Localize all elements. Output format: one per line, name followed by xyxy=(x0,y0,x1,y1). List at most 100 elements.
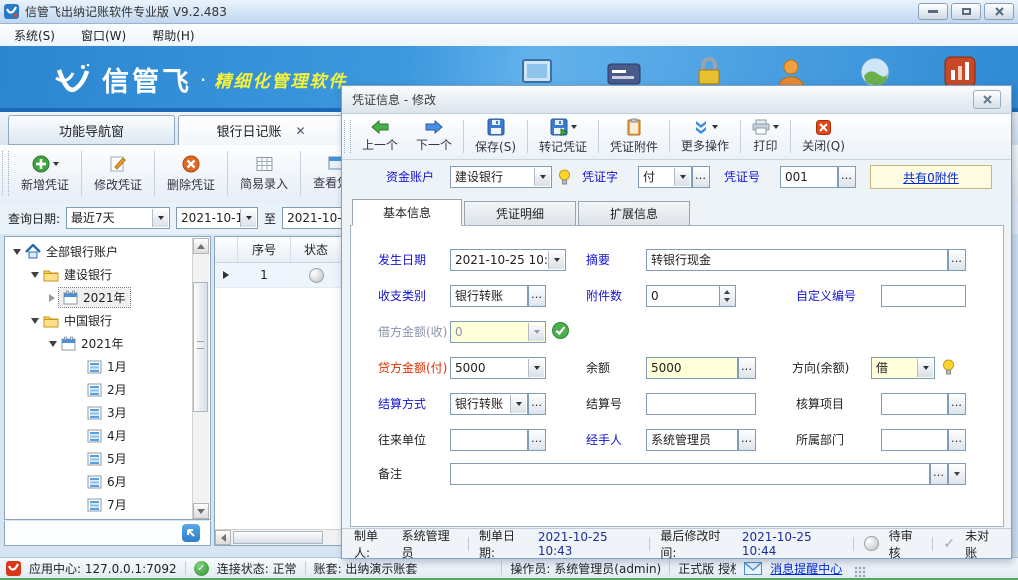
date-dropdown-icon[interactable] xyxy=(548,251,564,269)
voucher-attachment-button[interactable]: 凭证附件 xyxy=(601,114,667,159)
tab-basic-info[interactable]: 基本信息 xyxy=(352,199,462,226)
save-button[interactable]: 保存(S) xyxy=(466,114,525,159)
prev-button[interactable]: 上一个 xyxy=(353,114,407,159)
more-actions-button[interactable]: 更多操作 xyxy=(672,114,738,159)
tab-close-icon[interactable]: ✕ xyxy=(295,124,305,138)
spin-up-icon[interactable] xyxy=(724,290,730,294)
tree-item-month-3[interactable]: 3月 xyxy=(5,401,210,424)
menu-window[interactable]: 窗口(W) xyxy=(81,27,126,44)
tree-item-boc-2021[interactable]: 2021年 xyxy=(5,332,210,355)
word-dropdown-icon[interactable] xyxy=(674,168,690,186)
attach-count-input[interactable]: 0 xyxy=(646,285,720,307)
menu-system[interactable]: 系统(S) xyxy=(14,27,55,44)
credit-input[interactable]: 5000 xyxy=(450,357,546,379)
resize-grip[interactable] xyxy=(854,566,866,578)
tree-item-all-accounts[interactable]: 全部银行账户 xyxy=(5,240,210,263)
direction-dropdown-icon[interactable] xyxy=(917,359,933,377)
voucher-no-input[interactable]: 001 xyxy=(780,166,838,188)
note-ellipsis-button[interactable]: … xyxy=(930,463,948,485)
bulb-icon[interactable] xyxy=(558,169,571,189)
print-dropdown-caret[interactable] xyxy=(773,125,779,129)
partner-input[interactable] xyxy=(450,429,528,451)
settle-dropdown-icon[interactable] xyxy=(510,395,526,413)
direction-bulb-icon[interactable] xyxy=(942,359,955,379)
menu-help[interactable]: 帮助(H) xyxy=(152,27,194,44)
expander-closed-icon[interactable] xyxy=(49,294,55,302)
message-center-link[interactable]: 消息提醒中心 xyxy=(770,560,842,577)
handler-ellipsis-button[interactable]: … xyxy=(738,429,756,451)
scroll-left-icon[interactable] xyxy=(215,530,231,545)
tree-item-boc[interactable]: 中国银行 xyxy=(5,309,210,332)
tree-item-ccb-2021[interactable]: 2021年 xyxy=(5,286,210,309)
transfer-voucher-button[interactable]: 转记凭证 xyxy=(530,114,596,159)
preset-dropdown-icon[interactable] xyxy=(152,209,168,227)
scrollbar-thumb[interactable] xyxy=(193,282,208,412)
category-input[interactable]: 银行转账 xyxy=(450,285,528,307)
tree-item-month-7[interactable]: 7月 xyxy=(5,493,210,516)
department-input[interactable] xyxy=(881,429,948,451)
delete-voucher-button[interactable]: 删除凭证 xyxy=(157,145,225,202)
summary-ellipsis-button[interactable]: … xyxy=(948,249,966,271)
tree-item-month-5[interactable]: 5月 xyxy=(5,447,210,470)
add-dropdown-caret[interactable] xyxy=(53,162,59,166)
tab-bank-journal[interactable]: 银行日记账 ✕ xyxy=(178,115,344,145)
note-input[interactable] xyxy=(450,463,930,485)
attachment-count-link[interactable]: 共有0附件 xyxy=(903,169,959,186)
expander-open-icon[interactable] xyxy=(31,318,39,324)
next-button[interactable]: 下一个 xyxy=(407,114,461,159)
query-preset-select[interactable]: 最近7天 xyxy=(66,207,170,229)
minimize-button[interactable] xyxy=(918,3,948,20)
direction-select[interactable]: 借 xyxy=(871,357,935,379)
scroll-down-icon[interactable] xyxy=(193,503,209,519)
summary-input[interactable]: 转银行现金 xyxy=(646,249,948,271)
project-input[interactable] xyxy=(881,393,948,415)
project-ellipsis-button[interactable]: … xyxy=(948,393,966,415)
from-dropdown-icon[interactable] xyxy=(240,209,256,227)
date-input[interactable]: 2021-10-25 10:43 xyxy=(450,249,566,271)
seq-header-cell[interactable]: 序号 xyxy=(238,237,291,262)
tree-scrollbar[interactable] xyxy=(192,238,209,519)
expander-open-icon[interactable] xyxy=(31,272,39,278)
settle-ellipsis-button[interactable]: … xyxy=(528,393,546,415)
transfer-dropdown-caret[interactable] xyxy=(571,125,577,129)
maximize-button[interactable] xyxy=(951,3,981,20)
spin-down-icon[interactable] xyxy=(724,298,730,302)
tab-nav-window[interactable]: 功能导航窗 xyxy=(8,115,175,145)
query-from-input[interactable]: 2021-10-18 xyxy=(176,207,258,229)
modify-voucher-button[interactable]: 修改凭证 xyxy=(84,145,152,202)
handler-input[interactable]: 系统管理员 xyxy=(646,429,738,451)
tree-item-ccb[interactable]: 建设银行 xyxy=(5,263,210,286)
balance-ellipsis-button[interactable]: … xyxy=(738,357,756,379)
expander-open-icon[interactable] xyxy=(49,341,57,347)
status-header-cell[interactable]: 状态 xyxy=(291,237,342,262)
dialog-close-toolbar-button[interactable]: 关闭(Q) xyxy=(793,114,854,159)
account-dropdown-icon[interactable] xyxy=(534,168,550,186)
tree-item-month-6[interactable]: 6月 xyxy=(5,470,210,493)
expander-open-icon[interactable] xyxy=(13,249,21,255)
credit-dropdown-icon[interactable] xyxy=(528,359,544,377)
partner-ellipsis-button[interactable]: … xyxy=(528,429,546,451)
dialog-close-button[interactable] xyxy=(973,90,1001,109)
word-ellipsis-button[interactable]: … xyxy=(692,166,710,188)
voucher-word-select[interactable]: 付 xyxy=(638,166,692,188)
settle-method-select[interactable]: 银行转账 xyxy=(450,393,528,415)
tab-voucher-detail[interactable]: 凭证明细 xyxy=(464,201,576,226)
tree-item-month-2[interactable]: 2月 xyxy=(5,378,210,401)
balance-input[interactable]: 5000 xyxy=(646,357,738,379)
mail-icon[interactable] xyxy=(744,562,762,575)
tree-item-month-1[interactable]: 1月 xyxy=(5,355,210,378)
note-dropdown-button[interactable] xyxy=(948,463,966,485)
voucher-no-ellipsis-button[interactable]: … xyxy=(838,166,856,188)
scroll-up-icon[interactable] xyxy=(193,238,209,254)
tree-item-month-4[interactable]: 4月 xyxy=(5,424,210,447)
add-voucher-button[interactable]: 新增凭证 xyxy=(11,145,79,202)
attach-count-spinner[interactable] xyxy=(720,285,736,307)
custom-no-input[interactable] xyxy=(881,285,966,307)
settle-no-input[interactable] xyxy=(646,393,756,415)
close-button[interactable] xyxy=(984,3,1014,20)
department-ellipsis-button[interactable]: … xyxy=(948,429,966,451)
tab-extended-info[interactable]: 扩展信息 xyxy=(578,201,690,226)
fund-account-select[interactable]: 建设银行 xyxy=(450,166,552,188)
hscrollbar-thumb[interactable] xyxy=(233,531,323,544)
category-ellipsis-button[interactable]: … xyxy=(528,285,546,307)
